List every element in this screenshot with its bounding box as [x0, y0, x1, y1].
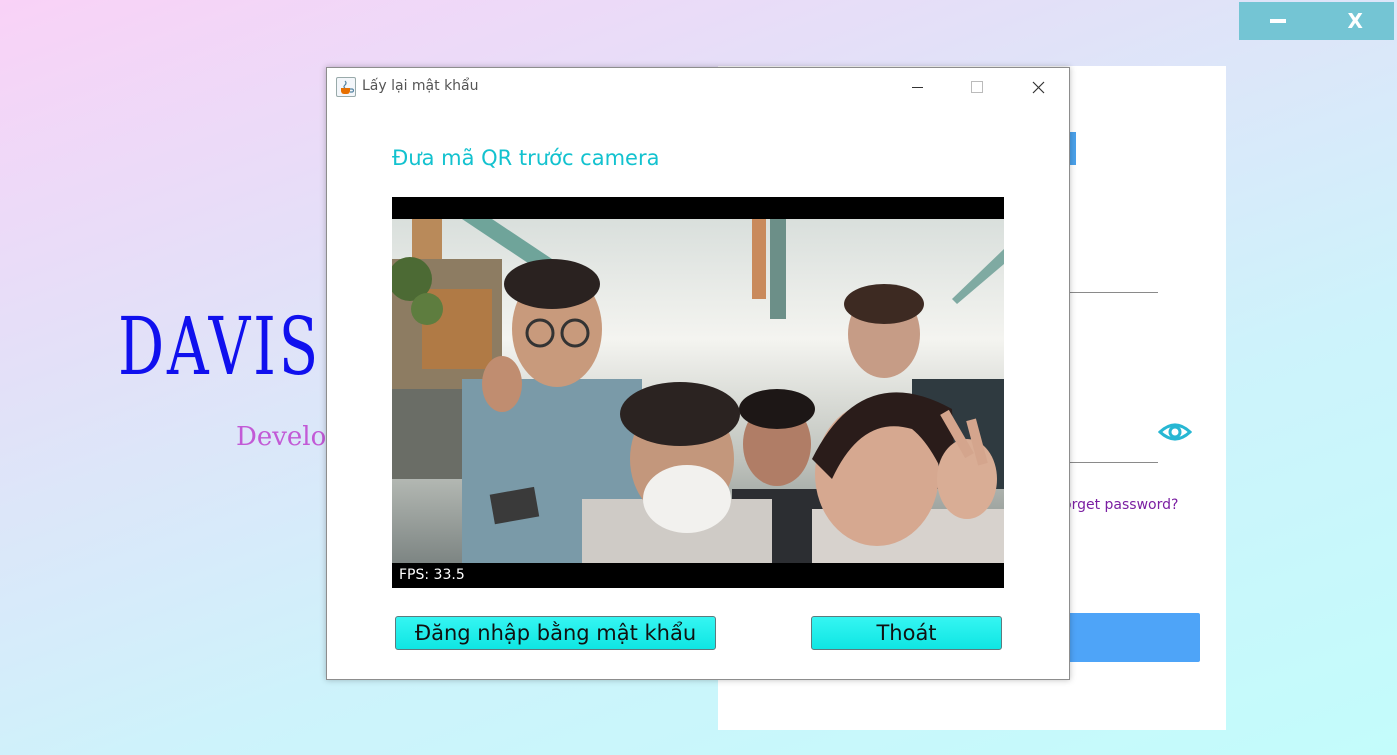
exit-button[interactable]: Thoát — [811, 616, 1002, 650]
recover-password-dialog: Lấy lại mật khẩu Đưa mã QR trước camera — [326, 67, 1070, 680]
forgot-password-link[interactable]: orget password? — [1063, 497, 1178, 513]
app-minimize-button[interactable] — [1248, 2, 1308, 40]
username-field-underline[interactable] — [1068, 292, 1158, 293]
fps-label: FPS: 33.5 — [399, 567, 465, 583]
password-field-underline[interactable] — [1068, 462, 1158, 463]
eye-icon[interactable] — [1158, 419, 1192, 445]
minimize-icon — [1269, 19, 1286, 23]
dialog-close-button[interactable] — [1008, 68, 1068, 106]
camera-preview: FPS: 33.5 — [392, 197, 1004, 588]
close-icon: X — [1347, 9, 1363, 33]
app-close-button[interactable]: X — [1325, 2, 1385, 40]
qr-instruction-heading: Đưa mã QR trước camera — [392, 146, 660, 170]
camera-feed-image — [392, 219, 1004, 563]
password-login-button[interactable]: Đăng nhập bằng mật khẩu — [395, 616, 716, 650]
login-button[interactable] — [1068, 613, 1200, 662]
dialog-minimize-button[interactable] — [887, 68, 947, 106]
brand-subtitle: Develo — [236, 422, 327, 452]
maximize-icon — [971, 81, 983, 93]
java-app-icon — [336, 77, 356, 97]
dialog-maximize-button[interactable] — [947, 68, 1007, 106]
close-icon — [1032, 81, 1044, 93]
dialog-titlebar[interactable]: Lấy lại mật khẩu — [327, 68, 1069, 106]
dialog-title: Lấy lại mật khẩu — [362, 78, 479, 94]
brand-title: DAVIS — [118, 300, 322, 393]
minimize-icon — [911, 86, 923, 88]
app-window-controls: X — [1239, 2, 1394, 40]
